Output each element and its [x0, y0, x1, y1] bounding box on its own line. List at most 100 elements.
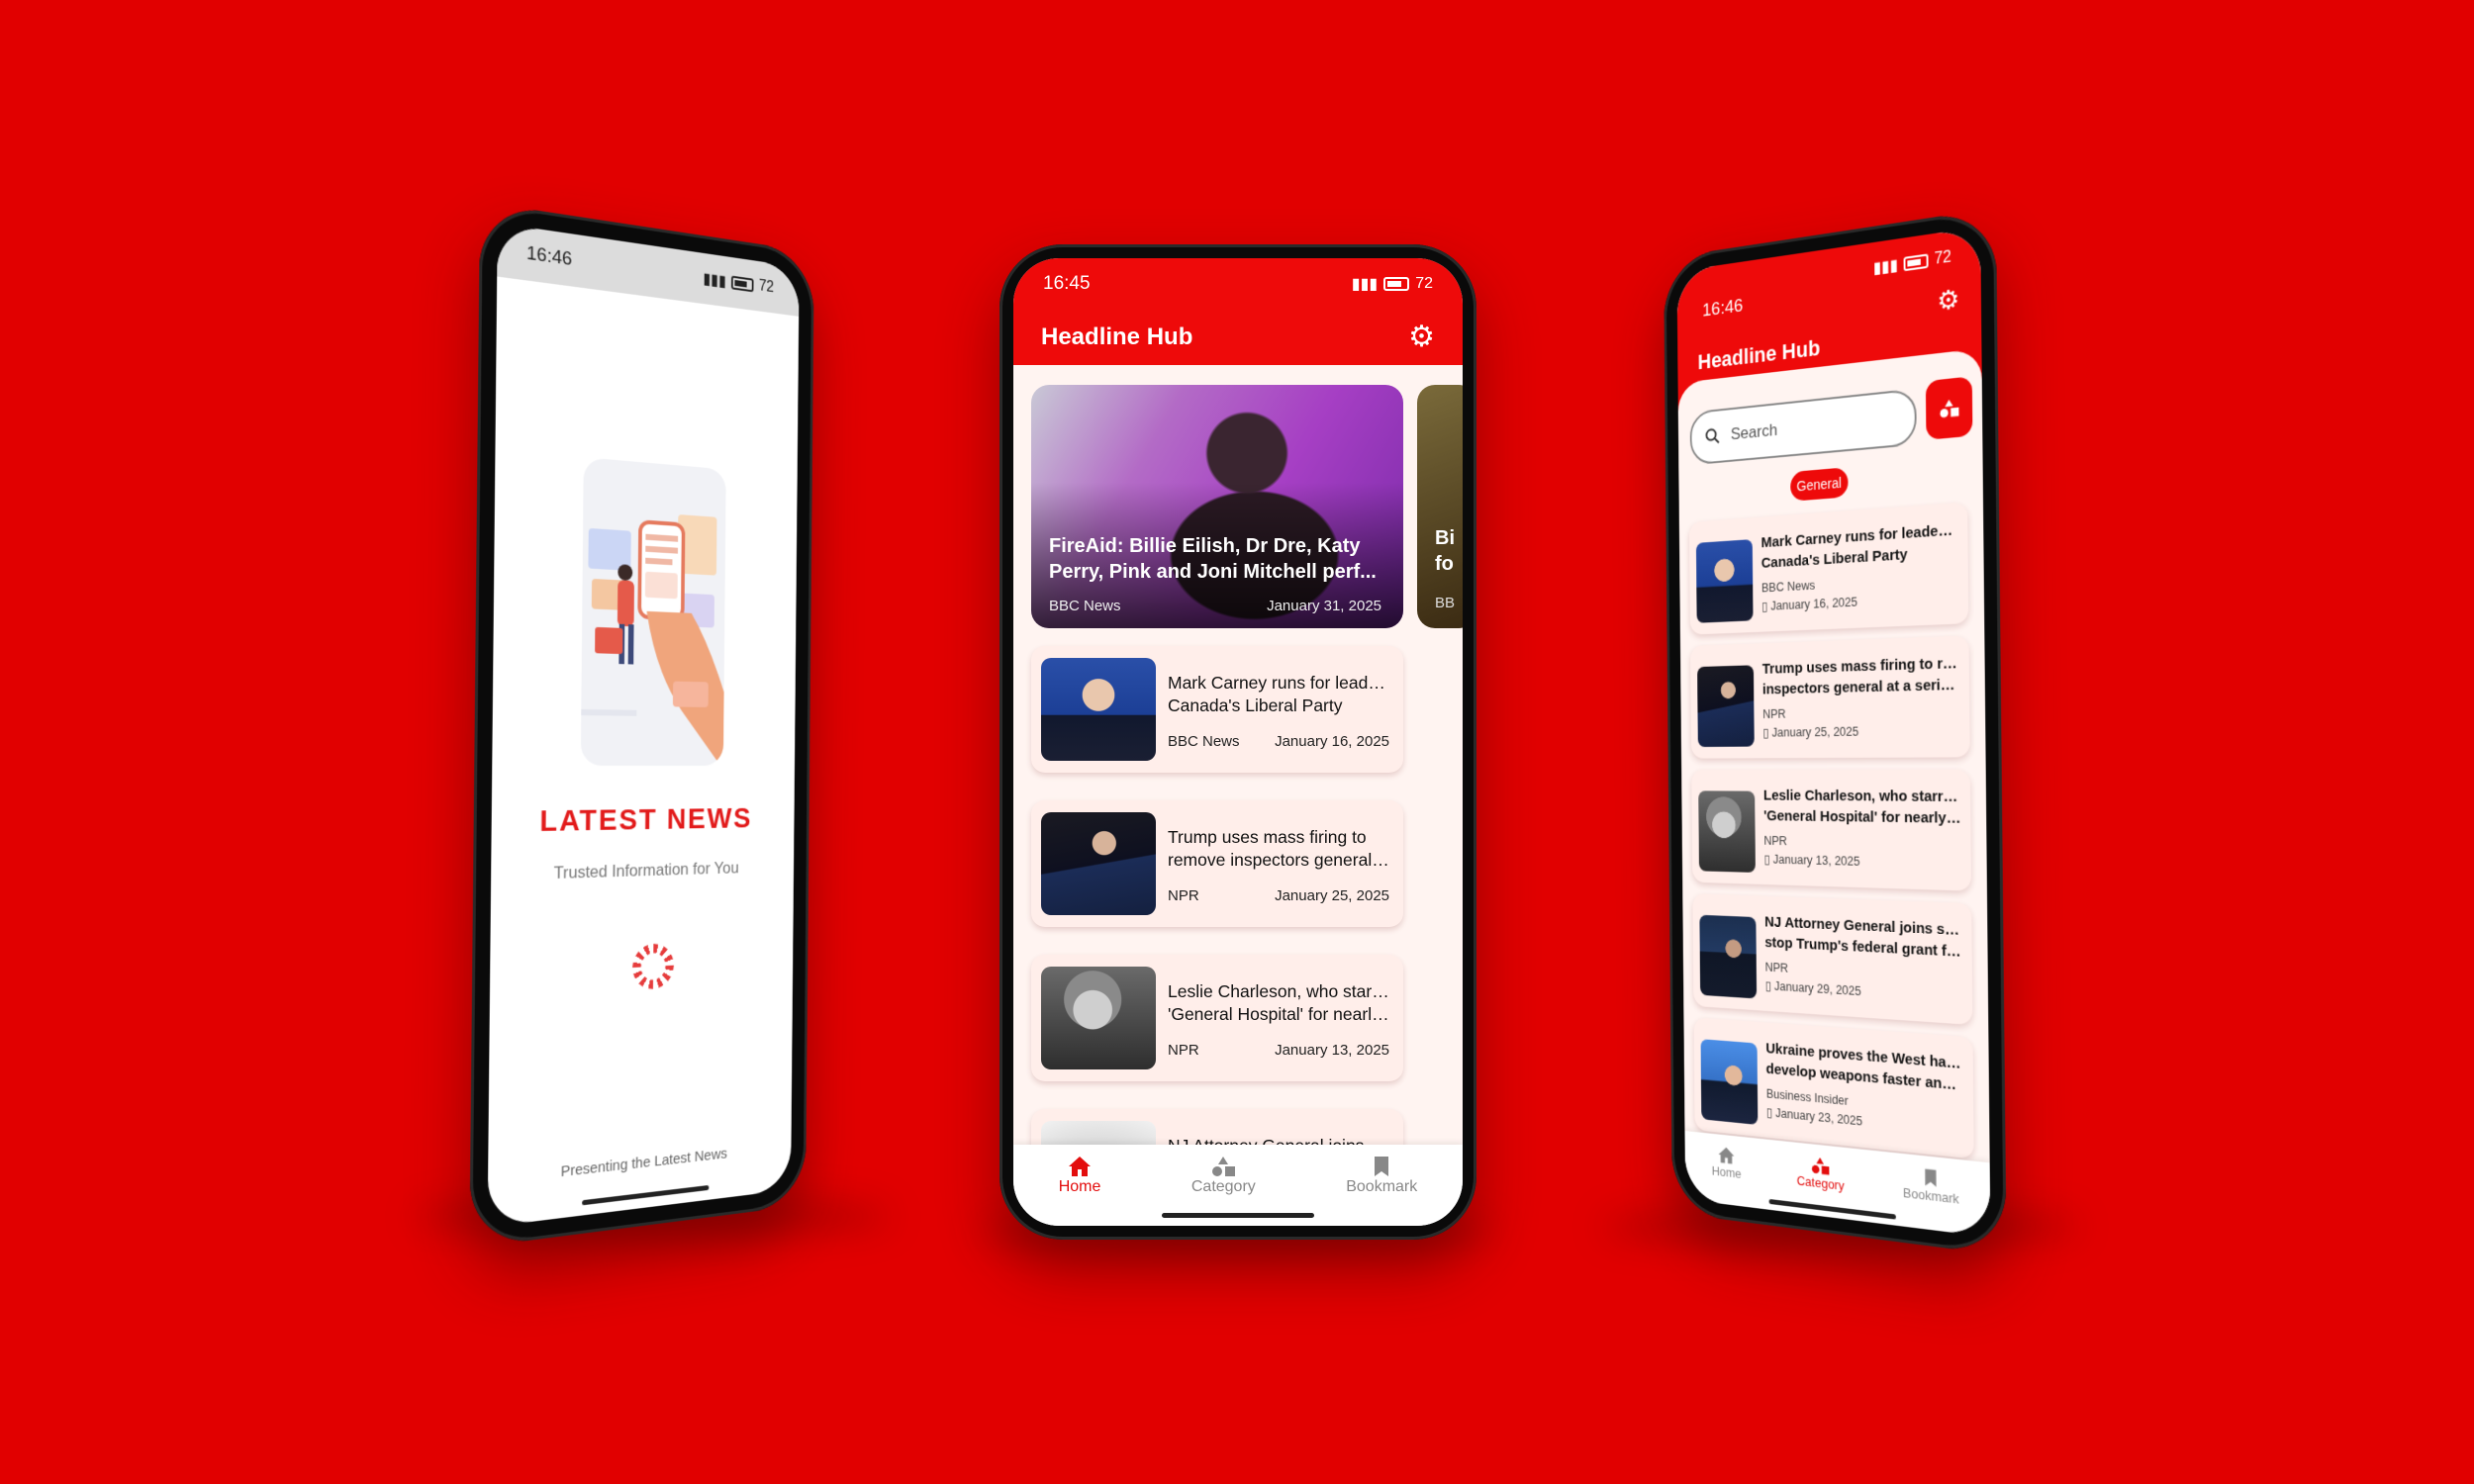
article-thumbnail — [1695, 539, 1754, 623]
bookmark-icon — [1925, 1168, 1937, 1187]
status-time: 16:46 — [525, 242, 573, 271]
splash-screen: 16:46 ▮▮▮ 72 LATEST NEWS Trusted Informa… — [487, 223, 800, 1228]
article-card[interactable]: Mark Carney runs for leader of Canada's … — [1688, 502, 1969, 635]
nav-category[interactable]: Category — [1796, 1153, 1845, 1193]
article-title: Leslie Charleson, who starred on 'Genera… — [1168, 981, 1389, 1024]
nav-category-label: Category — [1796, 1172, 1845, 1193]
article-thumbnail — [1041, 1121, 1156, 1145]
article-card[interactable]: Mark Carney runs for leader of Canada's … — [1031, 646, 1403, 773]
category-icon — [1212, 1157, 1236, 1176]
status-icons: ▮▮▮ 72 — [1873, 247, 1951, 279]
article-title: NJ Attorney General joins suit to stop T… — [1764, 913, 1962, 963]
article-source: NPR — [1762, 706, 1786, 721]
article-thumbnail — [1697, 665, 1755, 748]
settings-gear-icon[interactable]: ⚙ — [1408, 323, 1435, 352]
article-source: NPR — [1168, 1042, 1199, 1059]
battery-level: 72 — [1415, 275, 1433, 292]
home-icon — [1069, 1157, 1092, 1176]
article-date: ▯ January 13, 2025 — [1763, 852, 1860, 869]
article-title: Ukraine proves the West has to develop w… — [1765, 1040, 1964, 1097]
app-title: Headline Hub — [1041, 324, 1193, 350]
article-thumbnail — [1700, 1039, 1759, 1126]
nav-bookmark[interactable]: Bookmark — [1903, 1164, 1959, 1206]
article-title: Trump uses mass firing to remove inspect… — [1761, 653, 1959, 698]
app-bar: Headline Hub ⚙ — [1013, 310, 1463, 365]
article-card[interactable]: Trump uses mass firing to remove inspect… — [1031, 800, 1403, 927]
article-meta: NPR January 25, 2025 — [1168, 887, 1389, 904]
signal-icon: ▮▮▮ — [703, 270, 726, 291]
news-illustration — [580, 457, 726, 767]
article-date: January 13, 2025 — [1275, 1042, 1389, 1059]
category-screen: 16:46 ▮▮▮ 72 ⚙ Headline Hub Search Gener… — [1676, 227, 1991, 1238]
status-icons: ▮▮▮ 72 — [1352, 274, 1433, 294]
status-bar: 16:45 ▮▮▮ 72 — [1013, 258, 1463, 310]
status-time: 16:45 — [1043, 273, 1091, 294]
article-date: ▯ January 29, 2025 — [1764, 978, 1861, 999]
nav-home-label: Home — [1711, 1162, 1742, 1181]
article-card[interactable]: Leslie Charleson, who starred on 'Genera… — [1691, 769, 1972, 891]
nav-home[interactable]: Home — [1058, 1155, 1101, 1196]
article-source: BBC News — [1168, 733, 1240, 750]
featured-meta: BBC News January 31, 2025 — [1049, 598, 1381, 614]
home-icon — [1718, 1146, 1735, 1164]
article-date: January 25, 2025 — [1275, 887, 1389, 904]
article-meta: NPR January 13, 2025 — [1168, 1042, 1389, 1059]
featured-title: Bi fo — [1435, 527, 1455, 575]
home-feed[interactable]: FireAid: Billie Eilish, Dr Dre, Katy Per… — [1013, 365, 1463, 1145]
category-icon — [1940, 399, 1959, 418]
article-source: BBC News — [1760, 578, 1816, 596]
article-title: Mark Carney runs for leader of Canada's … — [1760, 520, 1958, 572]
article-thumbnail — [1041, 658, 1156, 761]
nav-home[interactable]: Home — [1711, 1144, 1742, 1181]
featured-title: FireAid: Billie Eilish, Dr Dre, Katy Per… — [1049, 535, 1377, 583]
nav-category-label: Category — [1190, 1178, 1256, 1195]
article-title: NJ Attorney General joins suit to — [1168, 1135, 1389, 1145]
battery-level: 72 — [1934, 248, 1951, 268]
category-icon — [1811, 1157, 1830, 1175]
article-card[interactable]: NJ Attorney General joins suit to — [1031, 1109, 1403, 1145]
article-thumbnail — [1699, 914, 1758, 999]
search-placeholder: Search — [1730, 420, 1778, 444]
splash-footer: Presenting the Latest News — [560, 1145, 727, 1181]
category-filter-button[interactable] — [1925, 376, 1973, 440]
article-card[interactable]: NJ Attorney General joins suit to stop T… — [1692, 893, 1973, 1026]
splash-title: LATEST NEWS — [539, 801, 753, 839]
bookmark-icon — [1375, 1157, 1389, 1176]
article-thumbnail — [1041, 967, 1156, 1069]
home-indicator — [1162, 1213, 1314, 1218]
article-source: NPR — [1168, 887, 1199, 904]
loading-spinner — [631, 942, 675, 991]
category-chip-general[interactable]: General — [1790, 467, 1849, 502]
featured-card[interactable]: Bi fo BB — [1417, 385, 1463, 628]
nav-category[interactable]: Category — [1191, 1155, 1256, 1196]
article-date: ▯ January 16, 2025 — [1761, 595, 1858, 614]
article-date: ▯ January 25, 2025 — [1762, 724, 1859, 740]
article-title: Leslie Charleson, who starred on 'Genera… — [1762, 787, 1961, 828]
nav-bookmark-label: Bookmark — [1902, 1184, 1959, 1207]
nav-bookmark-label: Bookmark — [1346, 1178, 1418, 1195]
article-title: Trump uses mass firing to remove inspect… — [1168, 827, 1389, 870]
splash-subtitle: Trusted Information for You — [553, 858, 739, 883]
article-card[interactable]: Leslie Charleson, who starred on 'Genera… — [1031, 955, 1403, 1081]
category-phone: 16:46 ▮▮▮ 72 ⚙ Headline Hub Search Gener… — [1664, 207, 2007, 1256]
article-meta: BBC News January 16, 2025 — [1168, 733, 1389, 750]
article-date: January 16, 2025 — [1275, 733, 1389, 750]
splash-phone: 16:46 ▮▮▮ 72 LATEST NEWS Trusted Informa… — [469, 201, 814, 1249]
article-thumbnail — [1698, 790, 1756, 873]
featured-card[interactable]: FireAid: Billie Eilish, Dr Dre, Katy Per… — [1031, 385, 1403, 628]
signal-icon: ▮▮▮ — [1351, 276, 1379, 293]
settings-gear-icon[interactable]: ⚙ — [1937, 283, 1959, 318]
article-card[interactable]: Trump uses mass firing to remove inspect… — [1690, 635, 1970, 759]
article-source: NPR — [1763, 833, 1787, 849]
nav-bookmark[interactable]: Bookmark — [1346, 1155, 1417, 1196]
featured-date: January 31, 2025 — [1267, 598, 1381, 614]
home-phone: 16:45 ▮▮▮ 72 Headline Hub ⚙ FireAid: Bil… — [999, 244, 1476, 1240]
home-indicator — [582, 1184, 710, 1206]
article-source: NPR — [1764, 960, 1789, 975]
featured-source: BBC News — [1049, 598, 1121, 614]
nav-home-label: Home — [1058, 1178, 1101, 1195]
battery-icon — [1383, 277, 1410, 291]
battery-icon — [1903, 253, 1929, 272]
battery-level: 72 — [758, 277, 775, 297]
article-title: Mark Carney runs for leader of Canada's … — [1168, 673, 1389, 715]
